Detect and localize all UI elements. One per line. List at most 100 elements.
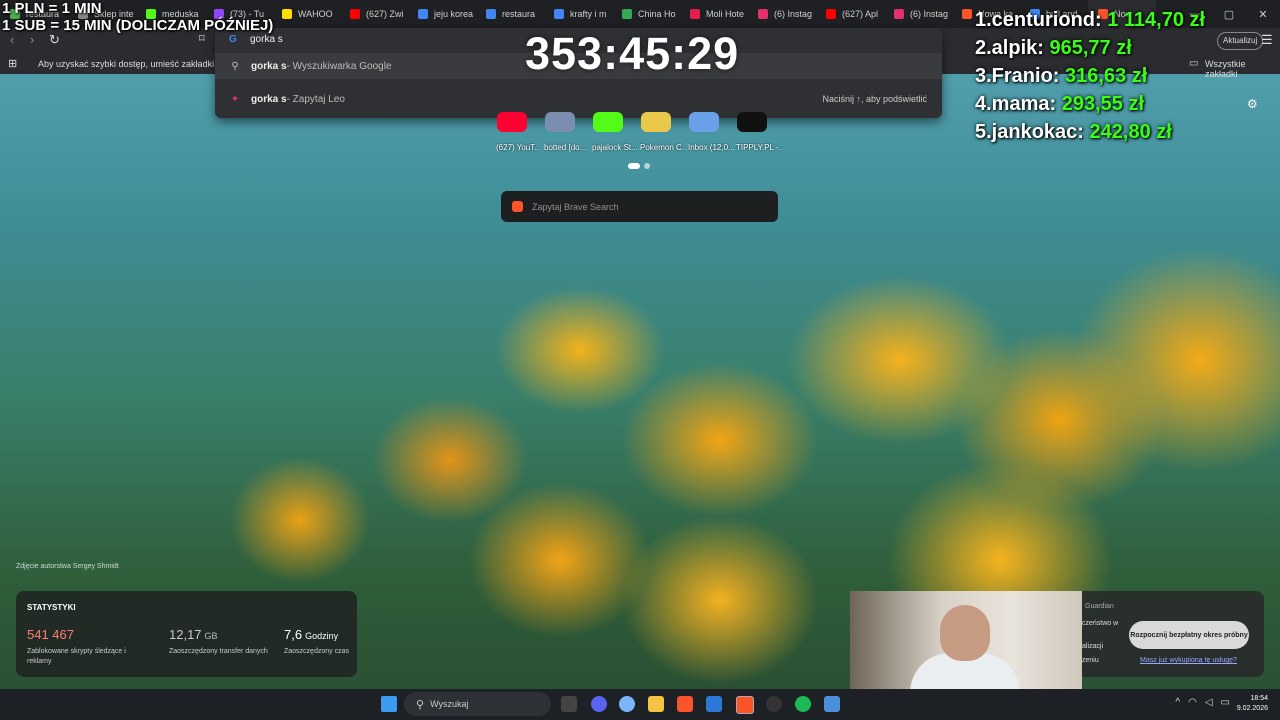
donor-amount: 1 114,70 zł <box>1107 9 1206 31</box>
windows-start-icon[interactable] <box>381 696 397 712</box>
address-input[interactable]: gorka s <box>250 34 283 45</box>
brave-search-box[interactable]: Zapytaj Brave Search <box>501 191 778 222</box>
stat-desc: Zaoszczędzony transfer danych <box>169 648 268 655</box>
all-bookmarks-link[interactable]: Wszystkie zakładki <box>1205 59 1280 79</box>
guardian-line: czeństwo w <box>1082 620 1119 627</box>
donor-amount: 242,80 zł <box>1089 121 1172 143</box>
volume-icon[interactable]: ◁ <box>1205 697 1213 708</box>
tab[interactable]: China Ho <box>612 0 680 28</box>
donor-amount: 316,63 zł <box>1065 65 1148 87</box>
brave-active-icon[interactable] <box>736 696 754 714</box>
tab-favicon-icon <box>894 9 904 19</box>
tab[interactable]: jeju korea <box>408 0 476 28</box>
tab[interactable]: restaura <box>476 0 544 28</box>
copilot-icon[interactable] <box>619 696 635 712</box>
tile-label[interactable]: Inbox (12,0... <box>688 143 734 152</box>
donor-name: 4.mama: <box>975 93 1057 115</box>
tab-label: (6) Instag <box>774 9 813 19</box>
tile-youtube-icon[interactable] <box>497 112 527 132</box>
tab[interactable]: (6) Instag <box>748 0 816 28</box>
stats-card: STATYSTYKI 541 467 Zablokowane skrypty ś… <box>16 591 357 677</box>
tab-label: (627) Apl <box>842 9 879 19</box>
tab[interactable]: (627) Zwi <box>340 0 408 28</box>
tab-favicon-icon <box>622 9 632 19</box>
menu-icon[interactable]: ☰ <box>1261 32 1273 48</box>
settings-gear-icon[interactable]: ⚙ <box>1247 97 1258 111</box>
tile-label[interactable]: pajalock St... <box>592 143 638 152</box>
wifi-icon[interactable]: ◠ <box>1188 697 1197 708</box>
update-button[interactable]: Aktualizuj <box>1217 32 1264 50</box>
tile-botted-icon[interactable] <box>545 112 575 132</box>
leaderboard-row: 4.mama: 293,55 zł <box>975 90 1205 118</box>
brave-lion-icon <box>512 201 523 212</box>
tile-label[interactable]: botted [do... <box>544 143 590 152</box>
photo-credit[interactable]: Zdjęcie autorstwa Sergey Shmidt <box>16 563 119 570</box>
tab-label: WAHOO <box>298 9 333 19</box>
clock[interactable]: 18:54 9.02.2026 <box>1237 694 1268 714</box>
maximize-icon[interactable]: ▢ <box>1212 8 1246 21</box>
tab-label: restaura <box>502 9 536 19</box>
stats-title: STATYSTYKI <box>27 603 76 612</box>
tab-favicon-icon <box>418 9 428 19</box>
tab-label: (6) Instag <box>910 9 949 19</box>
page-dots[interactable] <box>628 163 650 169</box>
discord-icon[interactable] <box>591 696 607 712</box>
tab-favicon-icon <box>758 9 768 19</box>
obs-icon[interactable] <box>766 696 782 712</box>
task-view-icon[interactable] <box>561 696 577 712</box>
tile-label[interactable]: Pokemon C... <box>640 143 686 152</box>
top-sites <box>497 112 767 132</box>
guardian-line: alizacji <box>1082 643 1104 650</box>
tab-label: krafty i m <box>570 9 607 19</box>
donor-name: 3.Franio: <box>975 65 1060 87</box>
webcam-feed <box>850 591 1082 689</box>
battery-icon[interactable]: ▭ <box>1221 697 1230 708</box>
stat-unit: Godziny <box>305 631 339 641</box>
tab[interactable]: Moli Hote <box>680 0 748 28</box>
tile-pokemon-icon[interactable] <box>641 112 671 132</box>
already-purchased-link[interactable]: Masz już wykupioną tę usługę? <box>1140 657 1237 664</box>
store-icon[interactable] <box>706 696 722 712</box>
spotify-icon[interactable] <box>795 696 811 712</box>
tab-label: China Ho <box>638 9 676 19</box>
tab[interactable]: krafty i m <box>544 0 612 28</box>
tile-label[interactable]: (627) YouT... <box>496 143 542 152</box>
tab-favicon-icon <box>282 9 292 19</box>
tab-favicon-icon <box>554 9 564 19</box>
taskbar-search[interactable]: ⚲ Wyszukaj <box>404 692 551 716</box>
brave-icon[interactable] <box>677 696 693 712</box>
tab[interactable]: (627) Apl <box>816 0 884 28</box>
tile-tipply-icon[interactable] <box>737 112 767 132</box>
file-explorer-icon[interactable] <box>648 696 664 712</box>
search-icon: ⚲ <box>416 698 425 711</box>
donor-name: 2.alpik: <box>975 37 1044 59</box>
donor-name: 5.jankokac: <box>975 121 1084 143</box>
tab-favicon-icon <box>826 9 836 19</box>
chevron-up-icon[interactable]: ^ <box>1175 697 1180 708</box>
apps-grid-icon[interactable]: ⊞ <box>8 57 17 70</box>
close-icon[interactable]: ✕ <box>1246 8 1280 21</box>
leaderboard-row: 3.Franio: 316,63 zł <box>975 62 1205 90</box>
notepad-icon[interactable] <box>824 696 840 712</box>
tab-label: jeju korea <box>434 9 474 19</box>
forward-icon[interactable]: › <box>30 32 34 47</box>
tab-favicon-icon <box>690 9 700 19</box>
tab[interactable]: (6) Instag <box>884 0 952 28</box>
bookmarks-hint: Aby uzyskać szybki dostęp, umieść zakład… <box>38 59 242 69</box>
stat-bandwidth: 12,17 GB Zaoszczędzony transfer danych <box>169 626 269 657</box>
search-icon: ⚲ <box>231 60 239 72</box>
suggestion-leo[interactable]: ✦ gorka s - Zapytaj Leo Naciśnij ↑, aby … <box>215 86 942 112</box>
start-trial-button[interactable]: Rozpocznij bezpłatny okres próbny <box>1129 621 1249 649</box>
reload-icon[interactable]: ↻ <box>49 32 60 48</box>
suggestion-query: gorka s <box>251 60 287 72</box>
tile-kick-icon[interactable] <box>593 112 623 132</box>
tile-inbox-icon[interactable] <box>689 112 719 132</box>
back-icon[interactable]: ‹ <box>10 32 14 47</box>
leaderboard-row: 1.centuriond: 1 114,70 zł <box>975 6 1205 34</box>
donor-amount: 965,77 zł <box>1049 37 1132 59</box>
tile-label[interactable]: TIPPLY.PL -... <box>736 143 782 152</box>
stat-unit: GB <box>204 631 218 641</box>
tab[interactable]: WAHOO <box>272 0 340 28</box>
stat-desc: Zablokowane skrypty śledzące i reklamy <box>27 648 126 665</box>
stat-value: 7,6 <box>284 627 303 642</box>
